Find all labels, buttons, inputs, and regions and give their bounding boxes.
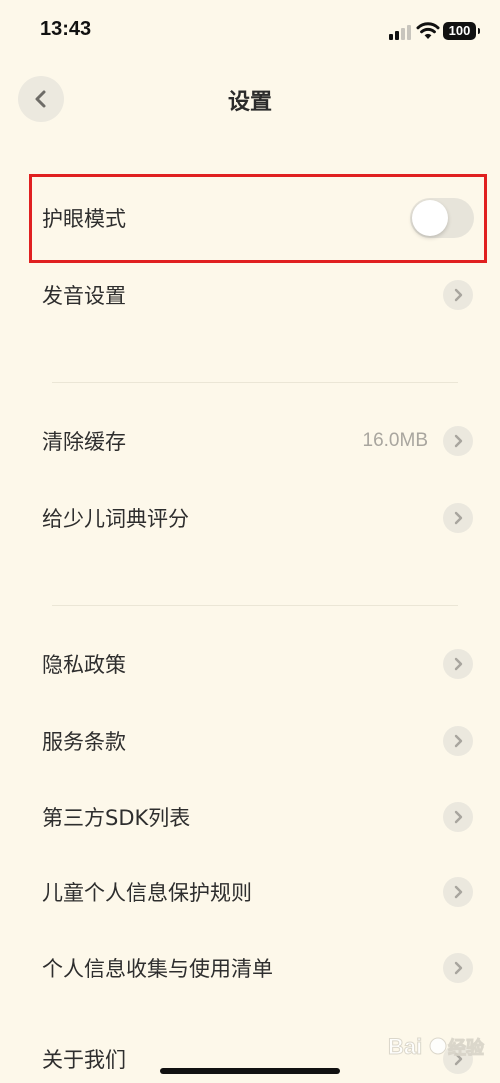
rate-app-row[interactable]: 给少儿词典评分 xyxy=(0,488,500,548)
eye-mode-row: 护眼模式 xyxy=(0,188,500,248)
third-party-sdk-label: 第三方SDK列表 xyxy=(42,806,191,830)
about-us-row[interactable]: 关于我们 xyxy=(0,1023,500,1083)
rate-app-label: 给少儿词典评分 xyxy=(42,507,189,531)
eye-mode-label: 护眼模式 xyxy=(42,207,126,231)
privacy-policy-row[interactable]: 隐私政策 xyxy=(0,634,500,694)
battery-indicator: 100 xyxy=(443,22,480,40)
info-collection-list-label: 个人信息收集与使用清单 xyxy=(42,957,273,981)
chevron-right-icon xyxy=(443,953,473,983)
toggle-knob xyxy=(412,200,448,236)
chevron-right-icon xyxy=(443,877,473,907)
chevron-right-icon xyxy=(443,726,473,756)
child-info-protection-label: 儿童个人信息保护规则 xyxy=(42,881,252,905)
chevron-right-icon xyxy=(443,649,473,679)
cellular-signal-icon xyxy=(389,24,411,40)
pronunciation-settings-row[interactable]: 发音设置 xyxy=(0,265,500,325)
about-us-label: 关于我们 xyxy=(42,1048,126,1072)
eye-mode-toggle[interactable] xyxy=(410,198,474,238)
terms-of-service-row[interactable]: 服务条款 xyxy=(0,711,500,771)
home-indicator xyxy=(160,1068,340,1074)
status-bar: 13:43 100 xyxy=(0,0,500,60)
section-divider xyxy=(52,605,458,606)
cache-size-value: 16.0MB xyxy=(362,430,428,451)
status-time: 13:43 xyxy=(40,18,92,40)
chevron-right-icon xyxy=(443,503,473,533)
child-info-protection-row[interactable]: 儿童个人信息保护规则 xyxy=(0,862,500,922)
page-title: 设置 xyxy=(227,90,272,115)
chevron-right-icon xyxy=(443,280,473,310)
wifi-icon xyxy=(416,22,440,39)
clear-cache-row[interactable]: 清除缓存 16.0MB xyxy=(0,411,500,471)
pronunciation-settings-label: 发音设置 xyxy=(42,284,126,308)
clear-cache-label: 清除缓存 xyxy=(42,430,126,454)
chevron-right-icon xyxy=(443,426,473,456)
terms-of-service-label: 服务条款 xyxy=(42,730,126,754)
third-party-sdk-row[interactable]: 第三方SDK列表 xyxy=(0,787,500,847)
section-divider xyxy=(52,382,458,383)
chevron-right-icon xyxy=(443,1044,473,1074)
chevron-right-icon xyxy=(443,802,473,832)
privacy-policy-label: 隐私政策 xyxy=(42,653,126,677)
info-collection-list-row[interactable]: 个人信息收集与使用清单 xyxy=(0,938,500,998)
